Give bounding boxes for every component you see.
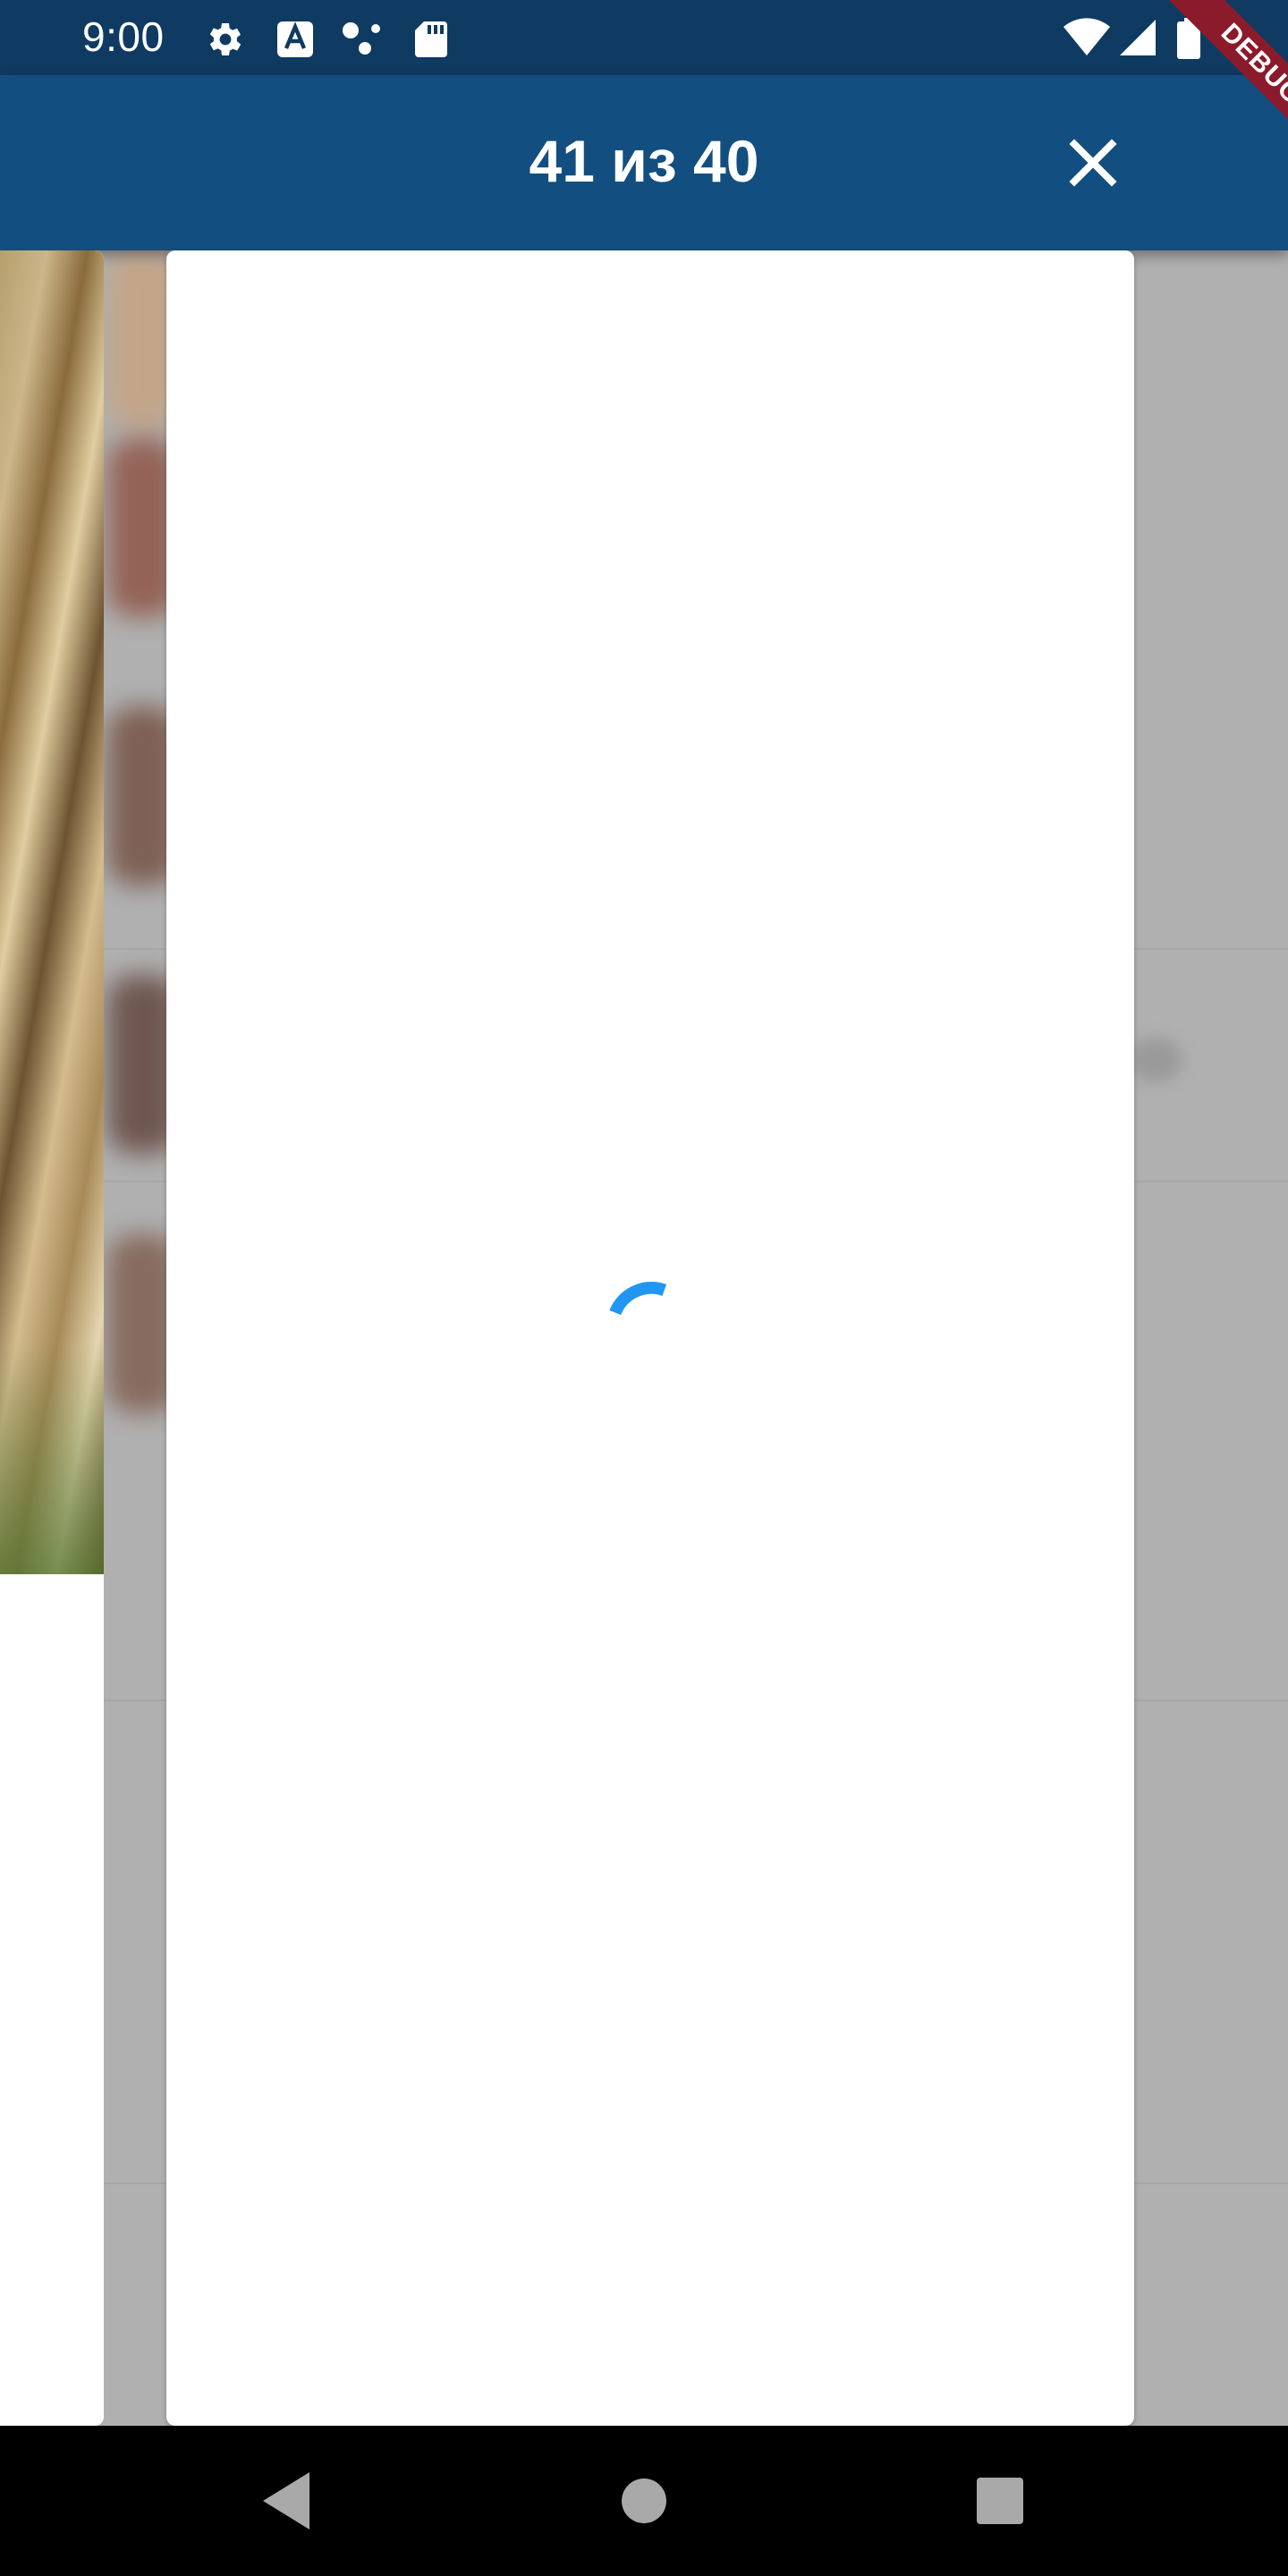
font-a-icon (277, 21, 313, 57)
dots-icon (343, 22, 380, 55)
app-bar: 41 из 40 (0, 75, 1288, 250)
sd-card-icon (415, 21, 447, 57)
photo-image (0, 250, 104, 1574)
recents-icon[interactable] (964, 2465, 1036, 2537)
previous-photo-card[interactable] (0, 250, 104, 2426)
status-time: 9:00 (82, 13, 165, 60)
close-icon[interactable] (1061, 131, 1125, 195)
blurred-icon (1129, 1038, 1182, 1082)
loading-spinner (609, 1282, 667, 1316)
debug-banner: DEBUG (1118, 0, 1288, 170)
debug-banner-label: DEBUG (1165, 0, 1288, 161)
navigation-bar (0, 2426, 1288, 2576)
status-bar: 9:00 (0, 0, 1288, 75)
home-icon[interactable] (608, 2465, 680, 2537)
back-icon[interactable] (249, 2465, 320, 2537)
photo-shade (0, 1342, 104, 1574)
wifi-icon (1063, 18, 1110, 55)
current-photo-card[interactable] (166, 250, 1134, 2426)
gear-icon (209, 23, 242, 55)
